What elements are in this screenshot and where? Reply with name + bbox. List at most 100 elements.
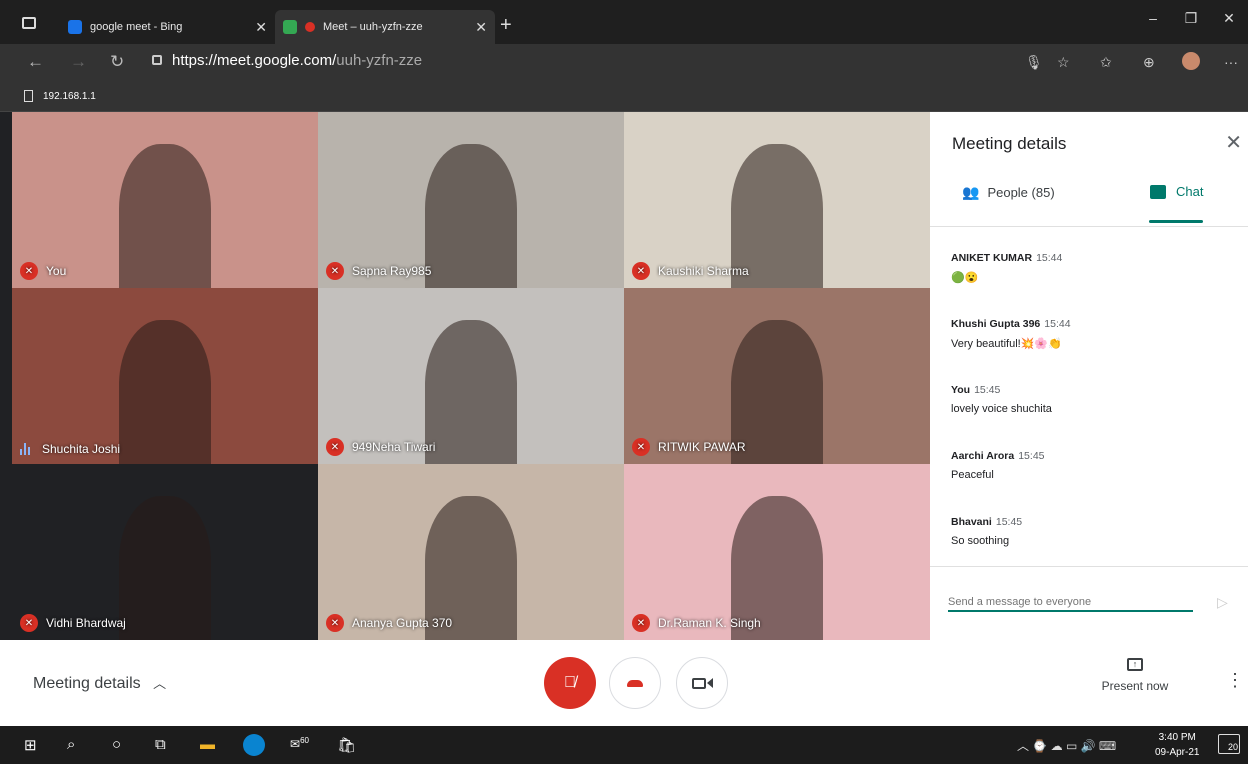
store-badge: 60 <box>300 736 309 745</box>
close-window-icon[interactable]: ✕ <box>1210 10 1248 27</box>
participant-video <box>425 143 517 288</box>
url-field[interactable]: https://meet.google.com/uuh-yzfn-zze <box>152 52 422 69</box>
timestamp: 15:45 <box>995 516 1023 528</box>
mail-icon[interactable]: ✉60 <box>290 736 309 751</box>
participant-name-tag: ✕ Vidhi Bhardwaj <box>20 614 126 632</box>
mic-permission-icon[interactable]: 🎙 <box>1025 54 1043 71</box>
mic-off-icon: ✕ <box>632 262 650 280</box>
forward-icon[interactable]: → <box>70 52 87 72</box>
timestamp: 15:45 <box>974 384 1001 396</box>
meet-icon <box>283 20 297 34</box>
message-text: Very beautiful!💥🌸👏 <box>951 338 1062 350</box>
participant-video <box>119 143 211 288</box>
clock[interactable]: 3:40 PM 09-Apr-21 <box>1155 730 1199 760</box>
search-icon[interactable]: ⌕ <box>67 736 75 753</box>
more-options-icon[interactable]: ⋮ <box>1226 670 1244 691</box>
chat-icon <box>1150 184 1166 199</box>
video-tile[interactable]: ✕ RITWIK PAWAR <box>624 288 930 464</box>
minimize-icon[interactable]: – <box>1134 10 1172 27</box>
close-icon[interactable]: ✕ <box>255 19 267 36</box>
present-label: Present now <box>1101 679 1169 693</box>
send-icon[interactable]: ▷ <box>1217 594 1228 611</box>
mic-toggle-button[interactable]: 🎙̸ <box>544 657 596 709</box>
timestamp: 15:44 <box>1044 318 1071 330</box>
sender: You <box>951 384 971 396</box>
timestamp: 15:44 <box>1036 252 1063 264</box>
favorite-item[interactable]: 192.168.1.1 <box>24 90 96 102</box>
participant-name: RITWIK PAWAR <box>658 440 746 454</box>
tab-meet[interactable]: Meet – uuh-yzfn-zze ✕ <box>275 10 495 44</box>
tab-bing[interactable]: google meet - Bing ✕ <box>60 10 275 44</box>
notification-center-icon[interactable]: 20 <box>1218 734 1240 754</box>
cortana-icon[interactable]: ○ <box>112 736 121 753</box>
favorites-bar: 192.168.1.1 <box>0 82 1248 112</box>
end-call-button[interactable] <box>609 657 661 709</box>
restore-icon[interactable]: ❐ <box>1172 10 1210 27</box>
lock-icon <box>152 55 162 65</box>
mic-off-icon: ✕ <box>326 614 344 632</box>
close-icon[interactable]: ✕ <box>475 19 487 36</box>
mic-off-icon: ✕ <box>632 614 650 632</box>
video-tile[interactable]: Shuchita Joshi <box>12 288 318 464</box>
participant-video <box>425 319 517 464</box>
participant-name-tag: ✕ Kaushiki Sharma <box>632 262 749 280</box>
new-tab-icon[interactable]: + <box>500 14 512 37</box>
hangup-icon <box>627 679 643 687</box>
browser-tabstrip: google meet - Bing ✕ Meet – uuh-yzfn-zze… <box>0 0 1248 44</box>
sender: Aarchi Arora <box>951 450 1015 462</box>
close-icon[interactable]: ✕ <box>1225 130 1242 155</box>
url-host: https://meet.google.com/ <box>172 52 337 69</box>
message-text: Peaceful <box>951 469 994 481</box>
meeting-details-toggle[interactable]: Meeting details ︿ <box>33 673 166 693</box>
windows-start-icon[interactable]: ⊞ <box>24 736 37 754</box>
participant-name: You <box>46 264 67 278</box>
collections-icon[interactable]: ⊕ <box>1143 54 1155 71</box>
tab-actions-icon[interactable] <box>22 17 36 29</box>
video-tile[interactable]: ✕ Dr.Raman K. Singh <box>624 464 930 640</box>
participant-name: Sapna Ray985 <box>352 264 432 278</box>
participant-name-tag: ✕ Sapna Ray985 <box>326 262 431 280</box>
system-tray[interactable]: ︿ ⌚ ☁ ▭ 🔊 ⌨ <box>1017 737 1116 754</box>
notification-count: 20 <box>1227 742 1238 752</box>
participant-name: Kaushiki Sharma <box>658 264 749 278</box>
favorites-list-icon[interactable]: ✩ <box>1100 54 1112 71</box>
refresh-icon[interactable]: ↻ <box>110 52 124 72</box>
clock-date: 09-Apr-21 <box>1155 747 1200 758</box>
participant-name: Dr.Raman K. Singh <box>658 616 761 630</box>
video-tile[interactable]: ✕ Vidhi Bhardwaj <box>12 464 318 640</box>
task-view-icon[interactable]: ⧉ <box>155 736 166 753</box>
profile-avatar[interactable] <box>1182 52 1200 70</box>
participant-name: Shuchita Joshi <box>42 442 121 456</box>
edge-icon[interactable] <box>243 734 265 756</box>
people-tab-label: People (85) <box>987 185 1055 200</box>
participant-name-tag: ✕ Ananya Gupta 370 <box>326 614 452 632</box>
tab-people[interactable]: 👥 People (85) <box>962 184 1055 201</box>
tab-chat[interactable]: Chat <box>1150 184 1203 199</box>
participant-name-tag: Shuchita Joshi <box>20 442 120 456</box>
file-explorer-icon[interactable]: ▬ <box>200 736 215 753</box>
store-icon[interactable]: 🛍 <box>337 736 356 754</box>
meeting-details-panel: Meeting details ✕ 👥 People (85) Chat ANI… <box>930 112 1248 640</box>
present-now-button[interactable]: ↑ Present now <box>1098 658 1172 693</box>
chat-input[interactable] <box>948 594 1193 612</box>
sender: Bhavani <box>951 516 992 528</box>
timestamp: 15:45 <box>1018 450 1045 462</box>
video-tile[interactable]: ✕ You <box>12 112 318 288</box>
video-tile[interactable]: ✕ Ananya Gupta 370 <box>318 464 624 640</box>
video-tile[interactable]: ✕ Kaushiki Sharma <box>624 112 930 288</box>
divider <box>930 226 1248 227</box>
back-icon[interactable]: ← <box>27 52 44 72</box>
message-text: So soothing <box>951 535 1010 547</box>
mic-off-icon: ✕ <box>632 438 650 456</box>
video-tile[interactable]: ✕ Sapna Ray985 <box>318 112 624 288</box>
address-bar: ← → ↻ https://meet.google.com/uuh-yzfn-z… <box>0 44 1248 82</box>
camera-toggle-button[interactable] <box>676 657 728 709</box>
call-controls-bar: Meeting details ︿ 🎙̸ ↑ Present now ⋮ <box>0 640 1248 726</box>
chat-message: ANIKET KUMAR 15:44 🟢😮 <box>951 248 1062 284</box>
page-icon <box>24 90 33 102</box>
more-icon[interactable]: ··· <box>1224 54 1238 70</box>
favorite-star-icon[interactable]: ☆ <box>1057 54 1070 71</box>
favorite-label: 192.168.1.1 <box>43 90 96 102</box>
video-tile[interactable]: ✕ 949Neha Tiwari <box>318 288 624 464</box>
message-text: lovely voice shuchita <box>951 403 1052 415</box>
